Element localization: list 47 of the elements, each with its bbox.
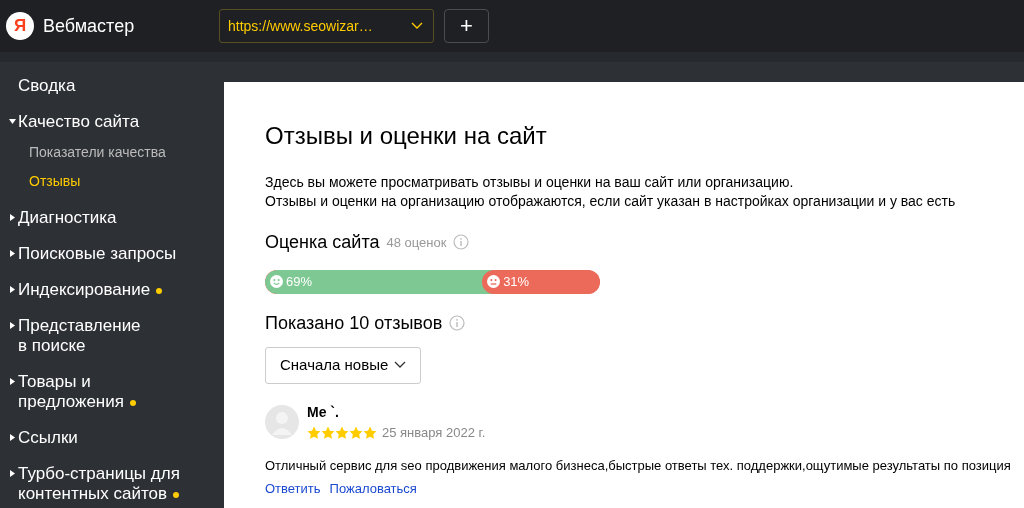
caret-right-icon[interactable] [8,470,16,477]
sad-face-icon [487,275,501,289]
caret-down-icon[interactable] [8,118,16,125]
sort-dropdown[interactable]: Сначала новые [265,346,422,384]
logo[interactable]: Я [6,12,34,40]
review-author: Me `. [307,402,340,422]
sidebar-item[interactable]: Поисковые запросы [18,244,177,264]
caret-right-icon[interactable] [8,250,16,257]
sidebar-item[interactable]: Сводка [18,76,76,96]
review-text: Отличный сервис для seo продвижения малого бизнеса,быстрые ответы тех. поддержки,ощутимые результаты по позиция [265,457,1012,476]
sidebar-subitem[interactable]: Отзывы [0,171,224,192]
sidebar-item[interactable]: Представление в поиске [18,316,153,356]
add-button[interactable]: + [444,9,489,43]
page-title: Отзывы и оценки на сайт [265,122,548,151]
description-text: Отзывы и оценки на организацию отображаются, если сайт указан в настройках организации и у вас есть [265,191,957,211]
caret-right-icon[interactable] [8,322,16,329]
review-link[interactable]: Пожаловаться [329,480,417,496]
sidebar-item[interactable]: Товары и предложения [18,372,153,412]
review-link[interactable]: Ответить [265,480,321,496]
chevron-down-icon [411,22,423,30]
caret-right-icon[interactable] [8,434,16,441]
star-icon [335,425,349,440]
star-icon [363,425,377,440]
star-icon [349,425,363,440]
site-select[interactable]: https://www.seowizar… [219,9,434,43]
sidebar-item[interactable]: Качество сайта [18,112,140,132]
share-label: 69% [286,273,313,292]
star-icon [321,425,335,440]
section-title: Показано 10 отзывов [265,311,443,335]
sidebar-item[interactable]: Ссылки [18,428,78,448]
sidebar-item[interactable]: Индексирование [18,280,163,300]
avatar [265,405,299,440]
sidebar-subitem[interactable]: Показатели качества [0,142,224,163]
caret-right-icon[interactable] [8,378,16,385]
caret-right-icon[interactable] [8,214,16,221]
star-icon [307,425,321,440]
sidebar-item[interactable]: Диагностика [18,208,117,228]
app-title: Вебмастер [43,14,136,38]
caret-right-icon[interactable] [8,286,16,293]
review-date: 25 января 2022 г. [382,423,486,442]
chevron-down-icon [394,361,407,370]
description-text: Здесь вы можете просматривать отзывы и оценки на ваш сайт или организацию. [265,172,795,192]
sidebar-item[interactable]: Турбо-страницы для контентных сайтов [18,464,218,504]
smile-face-icon [270,275,283,289]
section-title: Оценка сайта [265,230,380,254]
share-label: 31% [503,273,530,292]
rating-count: 48 оценок [386,233,447,252]
